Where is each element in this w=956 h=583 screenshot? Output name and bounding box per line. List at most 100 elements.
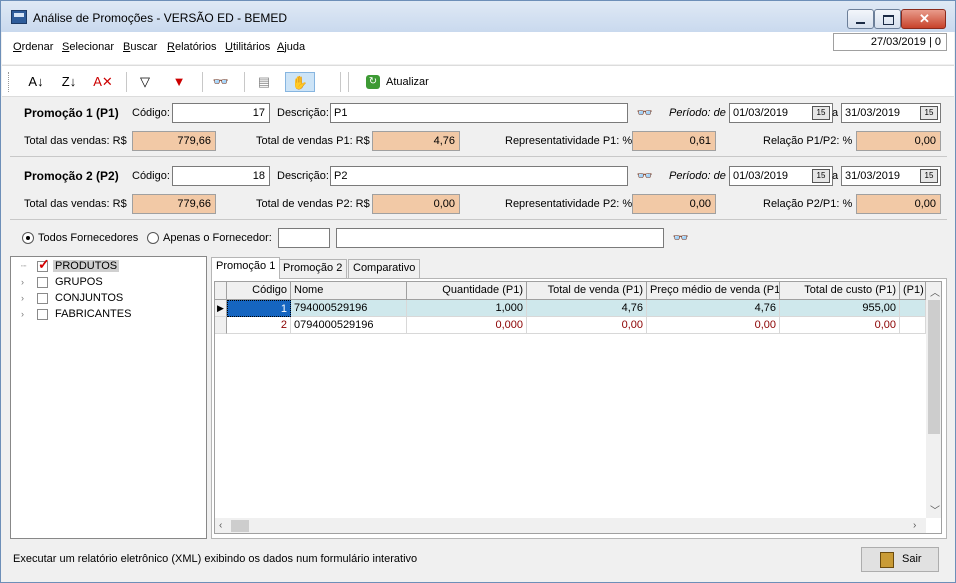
table-cell[interactable] <box>900 300 926 317</box>
table-cell[interactable]: 955,00 <box>780 300 900 317</box>
sort-ascending-icon[interactable]: A↓ <box>26 72 46 92</box>
table-cell[interactable]: 4,76 <box>647 300 780 317</box>
menu-utilitarios[interactable]: Utilitários <box>225 41 270 53</box>
minimize-button[interactable] <box>847 9 874 29</box>
horizontal-scrollbar[interactable]: ‹ › <box>215 518 926 533</box>
refresh-button[interactable]: ↻ Atualizar <box>366 72 429 92</box>
scroll-right-icon[interactable]: › <box>913 520 916 531</box>
column-header[interactable]: Total de custo (P1) <box>780 282 900 300</box>
checkbox[interactable] <box>37 309 48 320</box>
promo2-sales-label: Total de vendas P2: R$ <box>256 198 370 210</box>
tab-strip: Promoção 1 Promoção 2 Comparativo <box>211 257 947 279</box>
expand-icon[interactable]: › <box>21 293 24 303</box>
supplier-filter: Todos Fornecedores Apenas o Fornecedor: … <box>10 223 947 253</box>
table-cell[interactable]: 1 <box>227 300 291 317</box>
only-supplier-radio[interactable] <box>147 232 159 244</box>
app-icon <box>11 10 27 24</box>
table-cell[interactable]: 0794000529196 <box>291 317 407 334</box>
tree-item-label: CONJUNTOS <box>55 292 124 304</box>
exit-button[interactable]: Sair <box>861 547 939 572</box>
supplier-name-input[interactable] <box>336 228 664 248</box>
web-report-icon[interactable]: ✋ <box>285 72 315 92</box>
menu-ordenar[interactable]: Ordenar <box>13 41 53 53</box>
tree-item-fabricantes[interactable]: › FABRICANTES <box>11 307 201 323</box>
table-cell[interactable]: 1,000 <box>407 300 527 317</box>
column-header[interactable]: (P1) <box>900 282 926 300</box>
promo1-search-icon[interactable]: 👓 <box>634 103 656 123</box>
table-cell[interactable]: 0,00 <box>527 317 647 334</box>
supplier-code-input[interactable] <box>278 228 330 248</box>
table-cell[interactable]: 794000529196 <box>291 300 407 317</box>
column-header[interactable]: Quantidade (P1) <box>407 282 527 300</box>
scroll-thumb[interactable] <box>928 300 940 434</box>
promo1-desc-input[interactable]: P1 <box>330 103 628 123</box>
status-text: Executar um relatório eletrônico (XML) e… <box>13 553 418 565</box>
promo1-code-input[interactable]: 17 <box>172 103 270 123</box>
promo2-total-value: 779,66 <box>132 194 216 214</box>
all-suppliers-radio[interactable] <box>22 232 34 244</box>
tab-promocao-2[interactable]: Promoção 2 <box>278 259 348 278</box>
table-cell[interactable]: 0,000 <box>407 317 527 334</box>
close-icon: ✕ <box>919 11 930 26</box>
menu-buscar[interactable]: Buscar <box>123 41 157 53</box>
tree-item-grupos[interactable]: › GRUPOS <box>11 275 201 291</box>
promo2-desc-input[interactable]: P2 <box>330 166 628 186</box>
clear-sort-icon[interactable]: A✕ <box>93 72 113 92</box>
promo1-a-label: a <box>832 107 839 119</box>
column-header[interactable]: Total de venda (P1) <box>527 282 647 300</box>
table-cell[interactable]: 0,00 <box>780 317 900 334</box>
promo1-panel: Promoção 1 (P1) Código: 17 Descrição: P1… <box>10 99 947 157</box>
promo2-code-label: Código: <box>132 170 170 182</box>
checkbox[interactable] <box>37 293 48 304</box>
status-bar: Executar um relatório eletrônico (XML) e… <box>2 541 954 582</box>
refresh-icon: ↻ <box>366 75 380 90</box>
column-header[interactable]: Código <box>227 282 291 300</box>
calendar-icon[interactable]: 15 <box>812 106 830 120</box>
menu-ajuda[interactable]: Ajuda <box>277 41 305 53</box>
binoculars-icon[interactable]: 👓 <box>211 72 231 92</box>
main-window: Análise de Promoções - VERSÃO ED - BEMED… <box>0 0 956 583</box>
scroll-up-icon[interactable]: ︿ <box>930 284 940 299</box>
grid-corner <box>215 282 227 300</box>
checkbox[interactable] <box>37 277 48 288</box>
menu-selecionar[interactable]: Selecionar <box>62 41 114 53</box>
close-button[interactable]: ✕ <box>901 9 946 29</box>
tree-item-conjuntos[interactable]: › CONJUNTOS <box>11 291 201 307</box>
promo1-sales-value: 4,76 <box>372 131 460 151</box>
calendar-icon[interactable]: 15 <box>920 169 938 183</box>
table-cell[interactable]: 4,76 <box>527 300 647 317</box>
menu-relatorios[interactable]: Relatórios <box>167 41 217 53</box>
promo2-code-input[interactable]: 18 <box>172 166 270 186</box>
promo1-rel-label: Relação P1/P2: % <box>763 135 853 147</box>
promo1-rel-value: 0,00 <box>856 131 941 151</box>
category-tree: ┈ ✓ PRODUTOS › GRUPOS › CONJUNTOS › FABR… <box>10 256 207 539</box>
sort-descending-icon[interactable]: Z↓ <box>59 72 79 92</box>
clear-filter-icon[interactable]: ▼ <box>169 72 189 92</box>
vertical-scrollbar[interactable]: ︿ ﹀ <box>926 282 941 518</box>
tab-comparativo[interactable]: Comparativo <box>348 259 421 278</box>
exit-label: Sair <box>902 553 922 565</box>
table-cell[interactable]: 2 <box>227 317 291 334</box>
table-cell[interactable] <box>900 317 926 334</box>
expand-icon[interactable]: › <box>21 309 24 319</box>
scroll-left-icon[interactable]: ‹ <box>219 520 222 531</box>
all-suppliers-label: Todos Fornecedores <box>38 232 139 244</box>
calendar-icon[interactable]: 15 <box>920 106 938 120</box>
report-icon[interactable]: ▤ <box>254 72 274 92</box>
tab-promocao-1[interactable]: Promoção 1 <box>211 257 281 279</box>
supplier-search-icon[interactable]: 👓 <box>670 228 692 248</box>
toolbar: A↓ Z↓ A✕ ▽ ▼ 👓 ▤ ✋ ↻ Atualizar <box>2 65 954 97</box>
column-header[interactable]: Preço médio de venda (P1) <box>647 282 780 300</box>
column-header[interactable]: Nome <box>291 282 407 300</box>
scroll-thumb[interactable] <box>231 520 249 532</box>
table-cell[interactable]: 0,00 <box>647 317 780 334</box>
calendar-icon[interactable]: 15 <box>812 169 830 183</box>
scroll-down-icon[interactable]: ﹀ <box>930 502 940 517</box>
expand-icon[interactable]: › <box>21 277 24 287</box>
tree-item-produtos[interactable]: ┈ ✓ PRODUTOS <box>11 256 201 275</box>
maximize-button[interactable] <box>874 9 901 29</box>
promo2-search-icon[interactable]: 👓 <box>634 166 656 186</box>
only-supplier-label: Apenas o Fornecedor: <box>163 232 272 244</box>
filter-icon[interactable]: ▽ <box>135 72 155 92</box>
row-pointer-icon: ▶ <box>215 300 227 317</box>
